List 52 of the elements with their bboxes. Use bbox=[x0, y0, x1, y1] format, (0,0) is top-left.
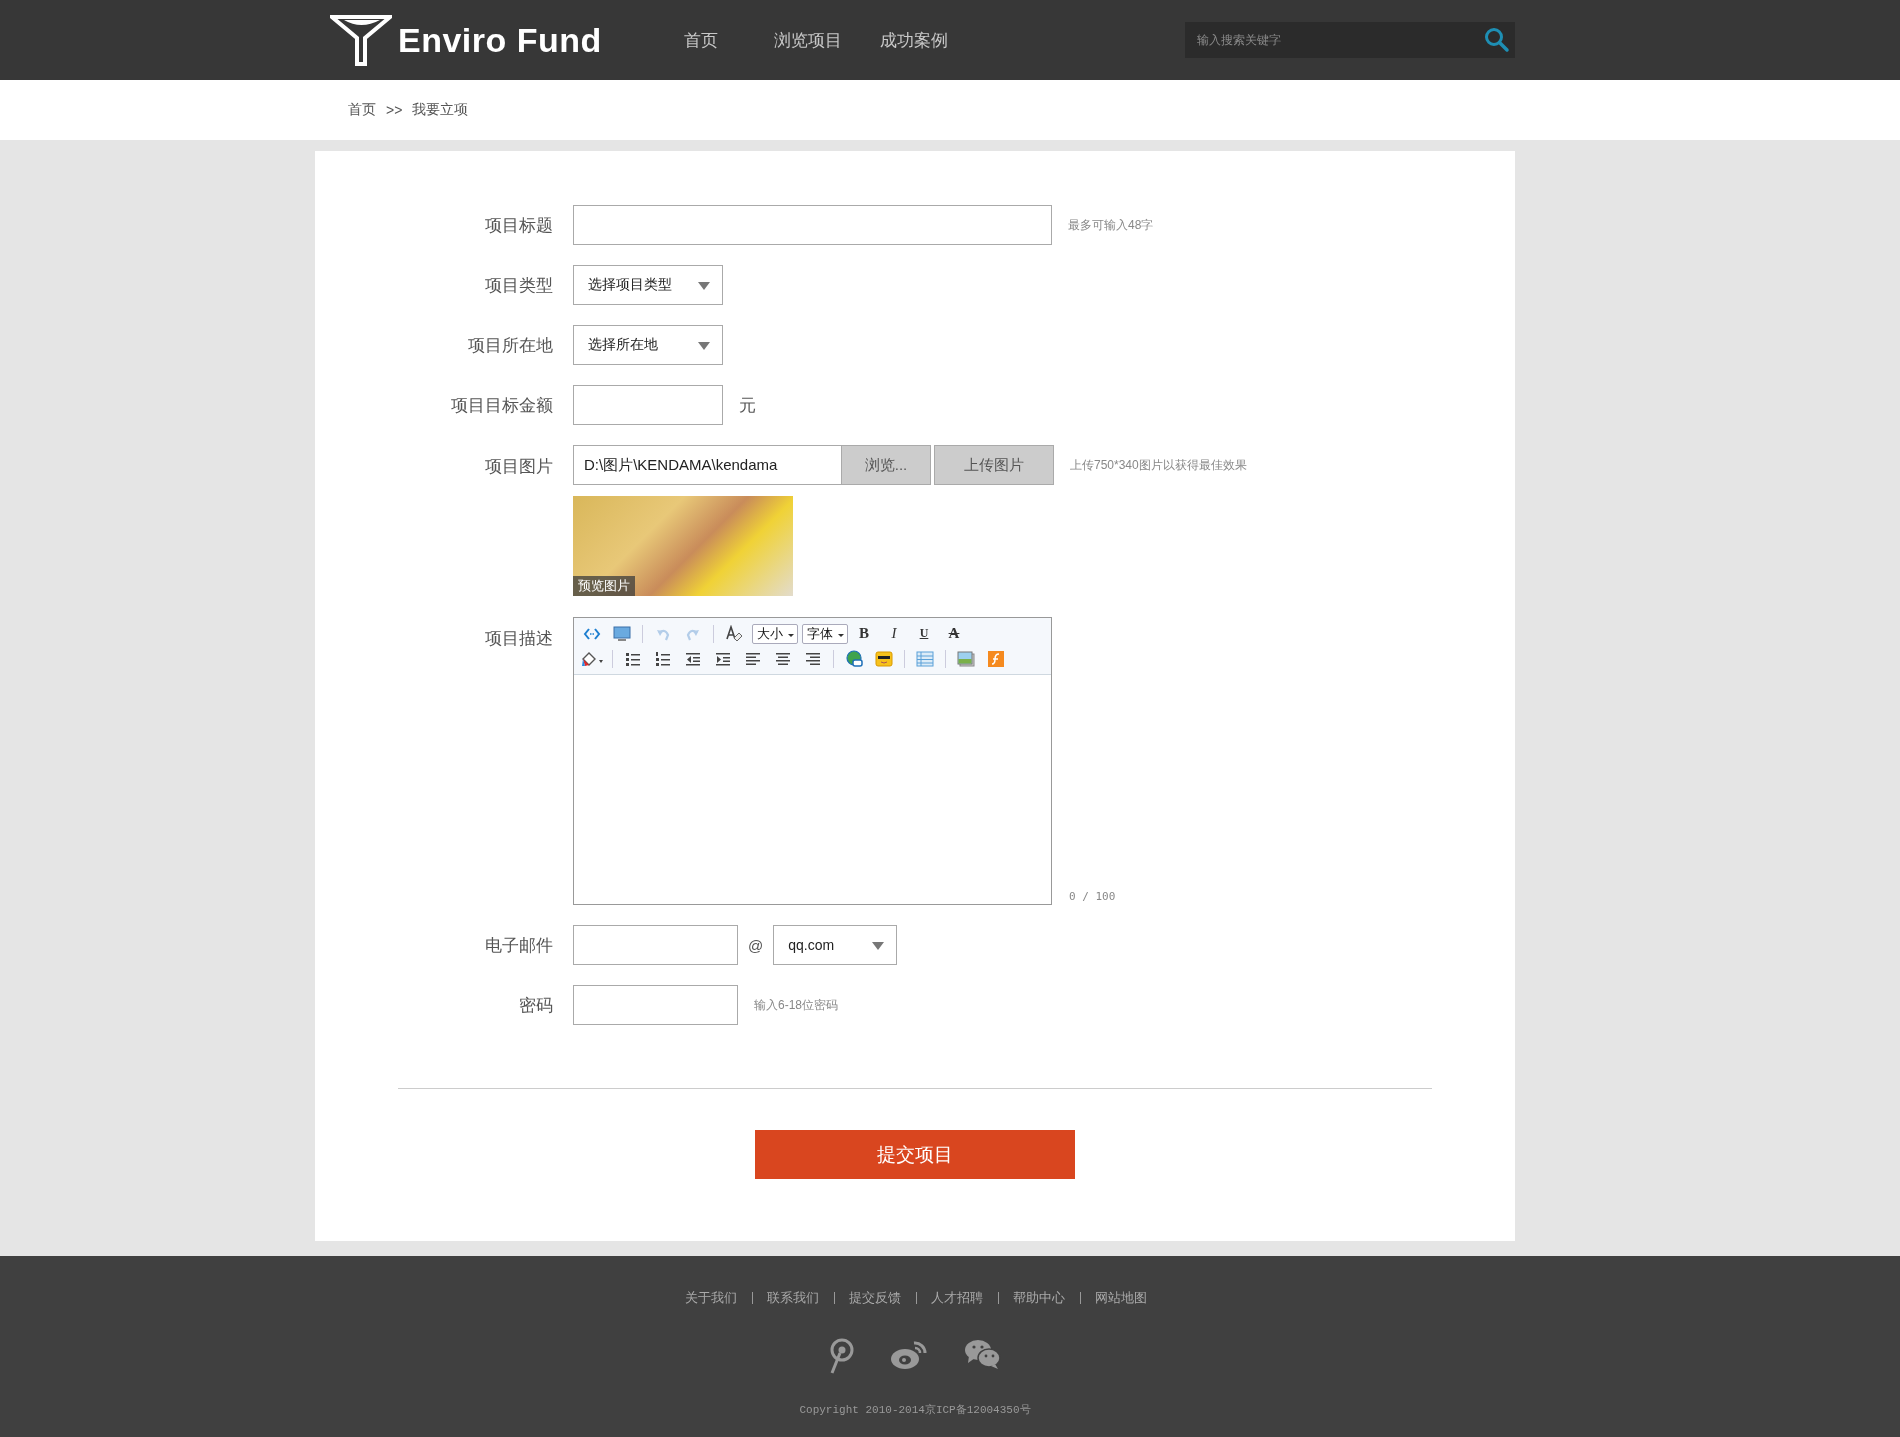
eye-waves-icon[interactable] bbox=[890, 1338, 928, 1370]
underline-button[interactable]: U bbox=[910, 622, 938, 645]
field-label: 项目图片 bbox=[485, 456, 553, 478]
footer-link[interactable]: 网站地图 bbox=[1079, 1292, 1161, 1304]
nav-link[interactable]: 首页 bbox=[679, 28, 722, 52]
strike-button[interactable]: A bbox=[940, 622, 968, 645]
loop-stem-icon[interactable] bbox=[828, 1338, 854, 1374]
field-label: 项目所在地 bbox=[468, 334, 553, 357]
font-dropdown[interactable]: 字体 bbox=[802, 623, 848, 644]
field-hint: 输入6-18位密码 bbox=[754, 996, 839, 1014]
preview-caption: 预览图片 bbox=[573, 576, 635, 596]
italic-button[interactable]: I bbox=[880, 622, 908, 645]
field-label: 项目目标金额 bbox=[451, 394, 553, 417]
file-path-input[interactable]: D:\图片\KENDAMA\kendama bbox=[573, 445, 842, 485]
breadcrumb-current: 我要立项 bbox=[412, 101, 469, 119]
search-field[interactable]: 输入搜索关键字 bbox=[1185, 22, 1515, 58]
submit-button[interactable]: 提交项目 bbox=[755, 1130, 1075, 1179]
unit-label: 元 bbox=[739, 394, 756, 417]
amount-input[interactable] bbox=[573, 385, 723, 425]
at-sign: @ bbox=[748, 936, 764, 954]
title-input[interactable] bbox=[573, 205, 1052, 245]
nav-link[interactable]: 成功案例 bbox=[875, 28, 952, 52]
location-dropdown[interactable]: 选择所在地 bbox=[573, 325, 723, 365]
footer-link[interactable]: 关于我们 bbox=[670, 1292, 751, 1304]
field-label: 电子邮件 bbox=[485, 934, 553, 957]
field-label: 项目类型 bbox=[485, 274, 553, 297]
nav-link[interactable]: 浏览项目 bbox=[769, 28, 846, 52]
domain-dropdown[interactable]: qq.com bbox=[773, 925, 898, 965]
field-hint: 最多可输入48字 bbox=[1068, 216, 1154, 234]
breadcrumb-link[interactable]: 首页 bbox=[348, 101, 376, 119]
footer-link[interactable]: 联系我们 bbox=[751, 1292, 833, 1304]
upload-button[interactable]: 上传图片 bbox=[934, 445, 1054, 485]
field-label: 密码 bbox=[519, 994, 553, 1017]
browse-button[interactable]: 浏览... bbox=[842, 445, 931, 485]
footer-link[interactable]: 提交反馈 bbox=[833, 1292, 915, 1304]
field-label: 项目描述 bbox=[485, 628, 553, 650]
character-counter: 0 / 100 bbox=[1069, 890, 1116, 903]
email-input[interactable] bbox=[573, 925, 738, 965]
breadcrumb-separator: >> bbox=[386, 102, 403, 118]
font-dropdown[interactable]: 大小 bbox=[752, 623, 798, 644]
logo-text: Enviro Fund bbox=[398, 20, 602, 60]
password-input[interactable] bbox=[573, 985, 738, 1025]
footer-link[interactable]: 帮助中心 bbox=[997, 1292, 1079, 1304]
type-dropdown[interactable]: 选择项目类型 bbox=[573, 265, 723, 305]
field-label: 项目标题 bbox=[485, 214, 553, 237]
rich-text-editor[interactable]: 大小 字体 B I U A bbox=[573, 617, 1052, 905]
footer-link[interactable]: 人才招聘 bbox=[915, 1292, 997, 1304]
funnel-icon bbox=[330, 14, 392, 66]
field-hint: 上传750*340图片以获得最佳效果 bbox=[1070, 456, 1247, 474]
chat-bubbles-icon[interactable] bbox=[964, 1338, 1002, 1370]
bold-button[interactable]: B bbox=[850, 622, 878, 645]
copyright-text: Copyright 2010-2014京ICP备12004350号 bbox=[798, 1403, 1032, 1417]
